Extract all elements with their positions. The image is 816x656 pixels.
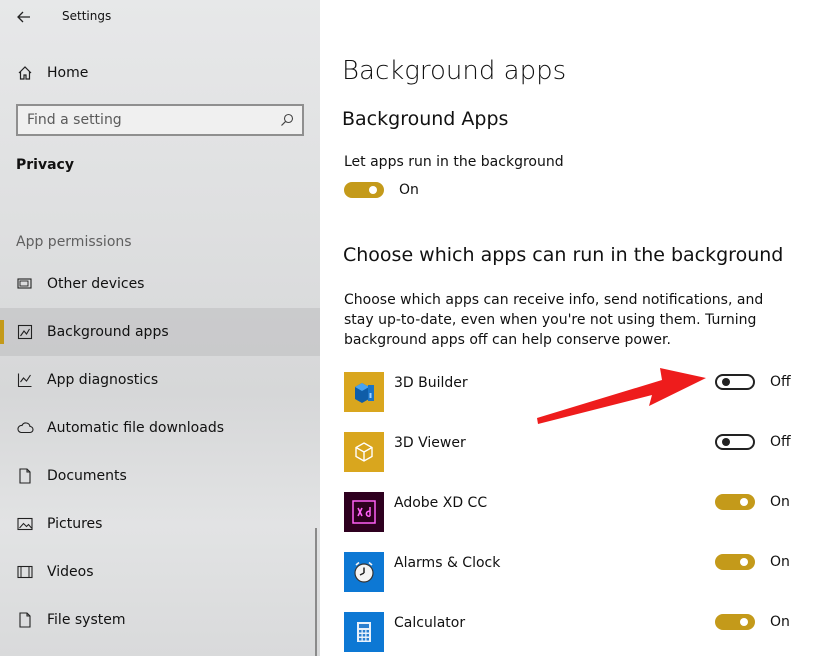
sidebar-item-label: File system [47,612,126,628]
sidebar-item-automatic-file-downloads[interactable]: Automatic file downloads [0,404,320,452]
picture-icon [16,515,34,533]
diagnostics-icon [16,371,34,389]
app-name: Alarms & Clock [394,555,501,571]
3d-builder-icon [344,372,384,412]
sidebar-item-app-diagnostics[interactable]: App diagnostics [0,356,320,404]
toggle-state-label: On [770,494,790,510]
window-title: Settings [62,9,112,23]
group-title: App permissions [16,234,132,250]
app-name: 3D Builder [394,375,468,391]
app-name: Adobe XD CC [394,495,488,511]
app-name: 3D Viewer [394,435,466,451]
app-name: Calculator [394,615,466,631]
sidebar-item-label: Other devices [47,276,145,292]
cloud-icon [16,419,34,437]
app-row-alarms-clock: Alarms & Clock On [344,552,804,594]
app-toggle-row: Off [715,434,791,450]
sidebar-item-pictures[interactable]: Pictures [0,500,320,548]
sidebar-item-videos[interactable]: Videos [0,548,320,596]
back-button[interactable] [10,4,38,30]
app-toggle-calculator[interactable] [715,614,755,630]
app-toggle-3d-viewer[interactable] [715,434,755,450]
back-arrow-icon [17,11,30,23]
toggle-knob [740,558,748,566]
sidebar-item-label: Automatic file downloads [47,420,225,436]
app-row-calculator: Calculator On [344,612,804,654]
let-apps-toggle-row: On [344,182,419,198]
app-toggle-row: Off [715,374,791,390]
device-icon [16,275,34,293]
video-icon [16,563,34,581]
toggle-state-label: On [770,614,790,630]
toggle-state-label: On [770,554,790,570]
sidebar: Settings Home Privacy App permissions Ot… [0,0,320,656]
app-toggle-row: On [715,494,790,510]
sidebar-item-label: Pictures [47,516,103,532]
section-heading-choose-apps: Choose which apps can run in the backgro… [343,244,784,266]
sidebar-item-label: Background apps [47,324,169,340]
sidebar-scrollbar[interactable] [315,528,317,656]
sidebar-item-label: Videos [47,564,94,580]
app-row-3d-viewer: 3D Viewer Off [344,432,804,474]
annotation-arrow-icon [537,368,706,424]
sidebar-item-file-system[interactable]: File system [0,596,320,644]
sidebar-item-label: App diagnostics [47,372,159,388]
file-icon [16,611,34,629]
toggle-knob [740,618,748,626]
let-apps-label: Let apps run in the background [344,154,564,170]
toggle-knob [740,498,748,506]
adobe-xd-icon [344,492,384,532]
title-bar: Settings [0,0,320,34]
app-toggle-row: On [715,554,790,570]
sidebar-item-label: Documents [47,468,127,484]
sidebar-item-documents[interactable]: Documents [0,452,320,500]
3d-viewer-icon [344,432,384,472]
toggle-knob [722,378,730,386]
sidebar-item-background-apps[interactable]: Background apps [0,308,320,356]
toggle-state-label: On [399,182,419,198]
app-toggle-row: On [715,614,790,630]
document-icon [16,467,34,485]
sidebar-nav: Other devices Background apps App diagno… [0,260,320,644]
app-toggle-3d-builder[interactable] [715,374,755,390]
sidebar-item-label: Home [47,65,89,81]
section-title: Privacy [16,157,74,173]
search-icon[interactable] [278,111,296,129]
search-input[interactable] [18,106,278,134]
calculator-icon [344,612,384,652]
toggle-knob [722,438,730,446]
app-row-adobe-xd: Adobe XD CC On [344,492,804,534]
section-heading-background-apps: Background Apps [342,108,509,130]
sidebar-item-other-devices[interactable]: Other devices [0,260,320,308]
toggle-state-label: Off [770,374,791,390]
page-title: Background apps [342,56,567,86]
let-apps-toggle[interactable] [344,182,384,198]
main-content: Background apps Background Apps Let apps… [320,0,816,656]
toggle-state-label: Off [770,434,791,450]
alarm-clock-icon [344,552,384,592]
section-description: Choose which apps can receive info, send… [344,292,764,348]
search-box[interactable] [16,104,304,136]
toggle-knob [369,186,377,194]
background-apps-icon [16,323,34,341]
app-toggle-adobe-xd[interactable] [715,494,755,510]
sidebar-item-home[interactable]: Home [0,56,320,90]
app-toggle-alarms-clock[interactable] [715,554,755,570]
home-icon [16,64,34,82]
